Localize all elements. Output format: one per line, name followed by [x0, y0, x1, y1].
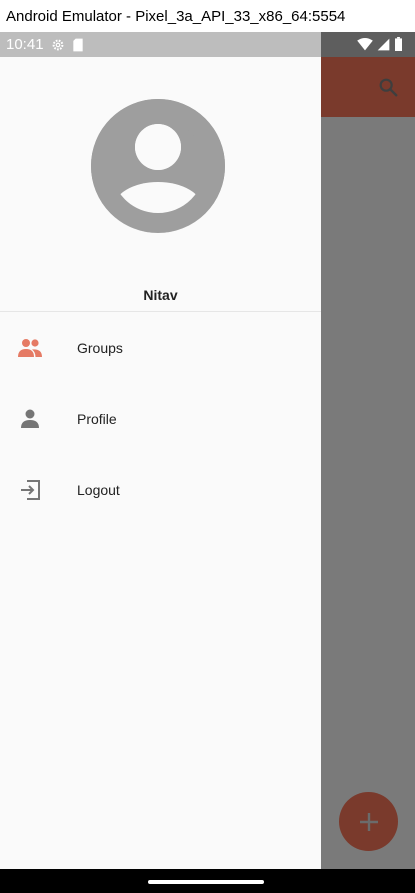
battery-icon	[395, 37, 402, 51]
system-nav-bar	[0, 869, 415, 893]
drawer-item-profile[interactable]: Profile	[0, 384, 321, 454]
status-time: 10:41	[6, 36, 44, 53]
wifi-icon	[357, 37, 373, 50]
person-icon	[17, 406, 43, 432]
window-title-text: Android Emulator - Pixel_3a_API_33_x86_6…	[6, 7, 346, 25]
emulator-window-title: Android Emulator - Pixel_3a_API_33_x86_6…	[0, 0, 415, 32]
status-bar: 10:41	[0, 32, 415, 57]
sd-card-icon	[72, 38, 83, 51]
drawer-item-logout[interactable]: Logout	[0, 455, 321, 525]
status-bar-right	[357, 37, 403, 51]
home-gesture-handle[interactable]	[148, 880, 264, 884]
drawer-divider	[0, 311, 321, 312]
drawer-item-groups[interactable]: Groups	[0, 313, 321, 383]
drawer-item-label: Groups	[77, 340, 123, 356]
drawer-user-name: Nitav	[143, 287, 178, 303]
status-bar-left: 10:41	[0, 32, 321, 57]
add-fab-button[interactable]	[339, 792, 398, 851]
drawer-item-label: Logout	[77, 482, 120, 498]
search-icon[interactable]	[377, 76, 399, 98]
navigation-drawer: Nitav Groups Profile Logout	[0, 57, 321, 869]
signal-icon	[377, 38, 390, 50]
phone-screen: 10:41 Nitav Groups Profile Logout	[0, 32, 415, 893]
avatar-icon	[91, 99, 225, 233]
drawer-item-label: Profile	[77, 411, 117, 427]
settings-gear-icon	[52, 39, 63, 50]
logout-icon	[17, 477, 43, 503]
plus-icon	[359, 812, 378, 831]
groups-icon	[17, 335, 43, 361]
